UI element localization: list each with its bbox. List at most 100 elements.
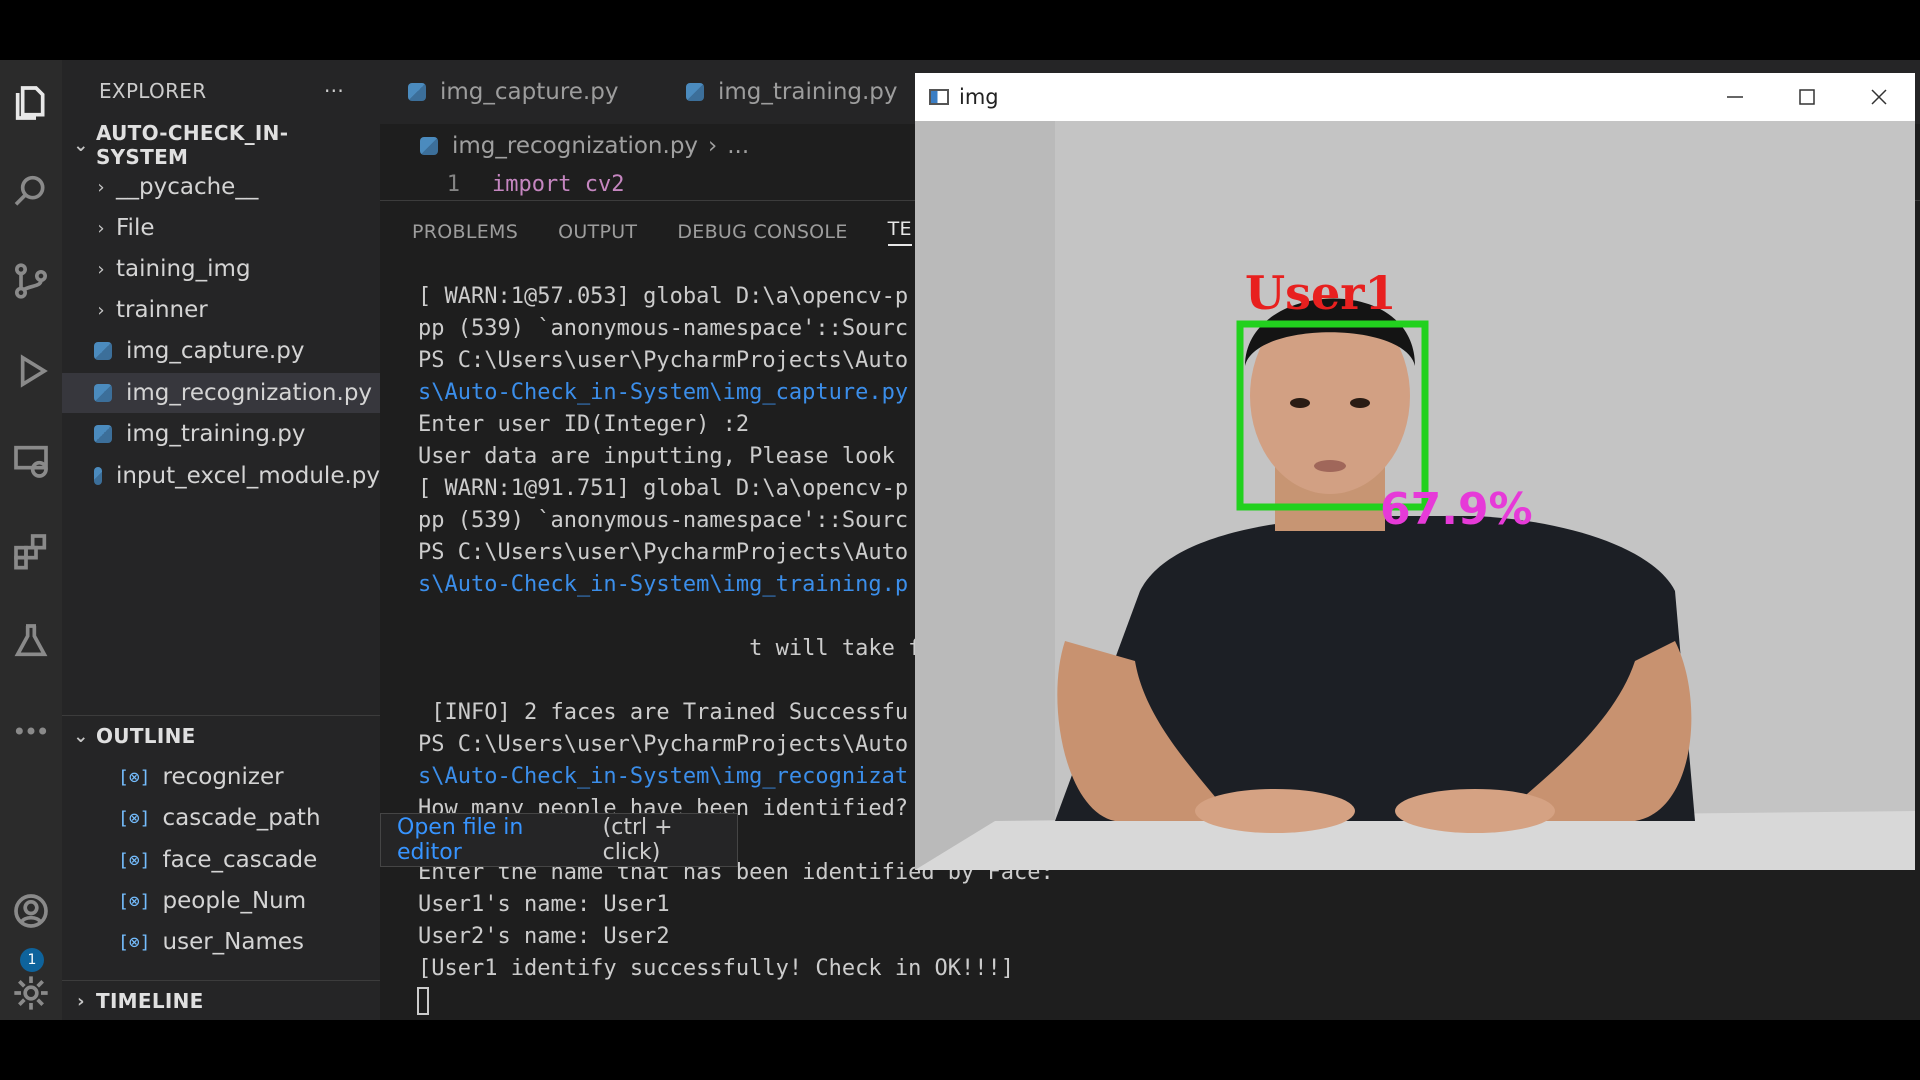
explorer-header: EXPLORER ···	[62, 71, 380, 111]
outline-item[interactable]: [⊗] user_Names	[62, 922, 380, 962]
line-number: 1	[446, 171, 460, 197]
chevron-right-icon: ›	[97, 258, 105, 280]
chevron-right-icon: ›	[97, 176, 105, 198]
python-file-icon	[94, 342, 112, 360]
tree-folder[interactable]: › trainner	[62, 290, 380, 330]
tree-file[interactable]: input_excel_module.py	[62, 456, 380, 496]
code-text[interactable]: import cv2	[492, 172, 624, 197]
tree-file-label: img_recognization.py	[126, 380, 373, 406]
variable-icon: [⊗]	[118, 890, 151, 912]
breadcrumb-rest[interactable]: ...	[727, 133, 749, 159]
python-file-icon	[94, 425, 112, 443]
chevron-right-icon: ›	[708, 133, 718, 159]
variable-icon: [⊗]	[118, 931, 151, 953]
python-file-icon	[94, 467, 102, 485]
variable-icon: [⊗]	[118, 807, 151, 829]
tab-label: img_capture.py	[440, 79, 619, 105]
tab-debug-console[interactable]: DEBUG CONSOLE	[677, 221, 847, 243]
tree-folder-label: taining_img	[116, 256, 251, 282]
outline-item[interactable]: [⊗] recognizer	[62, 757, 380, 797]
img-window-titlebar[interactable]: img	[915, 73, 1915, 121]
breadcrumb-file[interactable]: img_recognization.py	[452, 133, 698, 159]
tree-file-label: input_excel_module.py	[115, 463, 380, 489]
tab-problems[interactable]: PROBLEMS	[412, 221, 518, 243]
search-icon[interactable]	[0, 160, 62, 222]
sidebar: EXPLORER ··· ⌄ AUTO-CHECK_IN-SYSTEM › __…	[62, 60, 380, 1020]
testing-icon[interactable]	[0, 610, 62, 672]
python-file-icon	[94, 384, 112, 402]
maximize-button[interactable]	[1771, 73, 1843, 121]
tab-output[interactable]: OUTPUT	[558, 221, 637, 243]
chevron-right-icon: ›	[97, 299, 105, 321]
timeline-header[interactable]: › TIMELINE	[62, 981, 380, 1020]
outline-title: OUTLINE	[96, 724, 196, 748]
outline-item-label: recognizer	[162, 764, 284, 790]
terminal-cursor	[417, 987, 429, 1015]
tree-file-selected[interactable]: img_recognization.py	[62, 373, 380, 413]
outline-item[interactable]: [⊗] face_cascade	[62, 840, 380, 880]
project-folder[interactable]: ⌄ AUTO-CHECK_IN-SYSTEM	[62, 121, 380, 169]
outline-item-label: face_cascade	[162, 847, 318, 873]
account-icon[interactable]	[0, 880, 62, 942]
terminal-line: [User1 identify successfully! Check in O…	[418, 956, 1015, 981]
tree-folder[interactable]: › taining_img	[62, 249, 380, 289]
python-file-icon	[420, 137, 438, 155]
tree-file[interactable]: img_capture.py	[62, 331, 380, 371]
extensions-icon[interactable]	[0, 520, 62, 582]
tab-img-capture[interactable]: img_capture.py	[408, 60, 618, 124]
tree-file[interactable]: img_training.py	[62, 414, 380, 454]
outline-item-label: people_Num	[162, 888, 307, 914]
chevron-right-icon: ›	[97, 217, 105, 239]
explorer-more-button[interactable]: ···	[324, 79, 344, 103]
img-window-title: img	[959, 85, 999, 109]
panel-tabs: PROBLEMS OUTPUT DEBUG CONSOLE TE	[412, 201, 952, 263]
tree-file-label: img_capture.py	[126, 338, 305, 364]
tooltip-hint: (ctrl + click)	[602, 815, 673, 865]
app-icon	[929, 89, 949, 105]
remote-explorer-icon[interactable]	[0, 430, 62, 492]
run-debug-icon[interactable]	[0, 340, 62, 402]
outline-header[interactable]: ⌄ OUTLINE	[62, 716, 380, 756]
minimize-button[interactable]	[1699, 73, 1771, 121]
terminal-line: User1's name: User1	[418, 892, 670, 917]
terminal-line: User2's name: User2	[418, 924, 670, 949]
tree-folder[interactable]: › File	[62, 208, 380, 248]
gear-icon[interactable]	[0, 962, 62, 1020]
activity-bar: 1	[0, 60, 62, 1020]
explorer-icon[interactable]	[0, 72, 62, 134]
breadcrumb: img_recognization.py › ...	[420, 124, 749, 168]
tab-label: img_training.py	[718, 79, 898, 105]
tree-folder-label: File	[116, 215, 155, 241]
outline-item-label: cascade_path	[162, 805, 321, 831]
tab-terminal[interactable]: TE	[887, 218, 912, 246]
face-label: User1	[1245, 266, 1397, 320]
outline-item-label: user_Names	[162, 929, 305, 955]
open-file-link[interactable]: Open file in editor	[397, 815, 595, 865]
minimize-icon	[1727, 96, 1743, 98]
timeline-title: TIMELINE	[96, 989, 204, 1013]
tree-file-label: img_training.py	[126, 421, 306, 447]
camera-feed: User1 67.9%	[915, 121, 1915, 870]
close-icon	[1871, 89, 1887, 105]
code-line: 1 import cv2	[420, 168, 625, 200]
explorer-title: EXPLORER	[99, 79, 207, 103]
tab-img-training[interactable]: img_training.py	[686, 60, 898, 124]
python-file-icon	[686, 83, 704, 101]
more-icon[interactable]	[0, 700, 62, 762]
img-window: img User1 67.9%	[915, 73, 1915, 870]
source-control-icon[interactable]	[0, 250, 62, 312]
outline-item[interactable]: [⊗] people_Num	[62, 881, 380, 921]
camera-scene: User1 67.9%	[915, 121, 1915, 870]
python-file-icon	[408, 83, 426, 101]
link-tooltip: Open file in editor (ctrl + click)	[380, 813, 738, 867]
outline-item[interactable]: [⊗] cascade_path	[62, 798, 380, 838]
confidence-label: 67.9%	[1380, 484, 1533, 535]
tree-folder-label: trainner	[116, 297, 208, 323]
project-name: AUTO-CHECK_IN-SYSTEM	[95, 121, 289, 169]
close-button[interactable]	[1843, 73, 1915, 121]
tree-folder-label: __pycache__	[116, 174, 259, 200]
tree-folder[interactable]: › __pycache__	[62, 167, 380, 207]
chevron-down-icon: ⌄	[73, 725, 89, 747]
chevron-right-icon: ›	[77, 990, 85, 1012]
variable-icon: [⊗]	[118, 766, 151, 788]
